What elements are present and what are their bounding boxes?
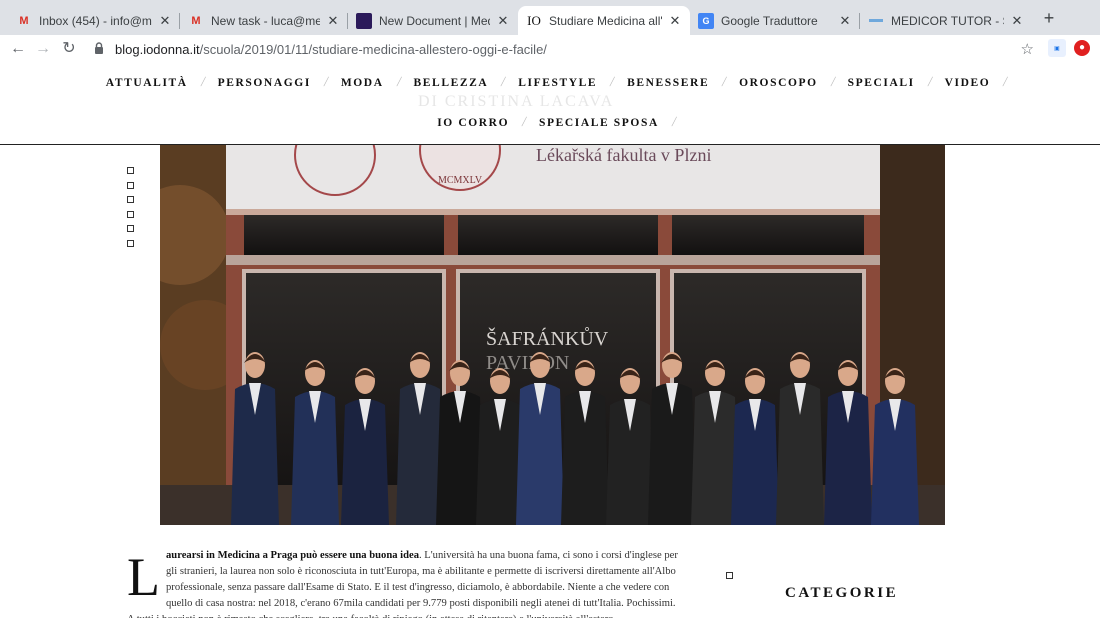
sign-text: Lékařská fakulta v Plzni — [536, 145, 711, 165]
medicor-extension-icon[interactable]: ▣ — [1048, 39, 1066, 57]
share-icon[interactable] — [127, 225, 134, 232]
main-nav: ATTUALITÀ / PERSONAGGI / MODA / BELLEZZA / LIFES… — [0, 75, 1100, 91]
close-icon[interactable]: ✕ — [1010, 13, 1024, 29]
nav-item-video[interactable]: VIDEO — [932, 77, 1004, 89]
nav-item-speciali[interactable]: SPECIALI — [835, 77, 928, 89]
checkbox-icon[interactable] — [726, 572, 733, 579]
medicor-icon — [868, 13, 884, 29]
nav-item-lifestyle[interactable]: LIFESTYLE — [505, 77, 610, 89]
address-bar[interactable]: blog.iodonna.it/scuola/2019/01/11/studia… — [88, 36, 1040, 62]
share-icon[interactable] — [127, 210, 134, 218]
drop-cap: L — [127, 547, 160, 607]
nav-item-attualit-[interactable]: ATTUALITÀ — [93, 77, 201, 89]
document-icon — [356, 12, 372, 29]
close-icon[interactable]: ✕ — [158, 13, 172, 29]
article-body: L aurearsi in Medicina a Praga può esser… — [127, 548, 683, 618]
share-icon[interactable] — [127, 167, 134, 174]
tab-new-task[interactable]: M New task - luca@medicor ✕ — [180, 6, 348, 35]
new-tab-icon[interactable]: + — [1040, 9, 1058, 27]
tab-title: New task - luca@medicor — [211, 13, 320, 28]
tab-title: MEDICOR TUTOR - Studi — [891, 13, 1004, 28]
url-host: blog.iodonna.it — [115, 41, 200, 57]
lock-icon — [94, 41, 108, 57]
io-donna-icon: IO — [527, 12, 541, 28]
share-icon[interactable] — [127, 181, 134, 189]
ghost-byline: DI CRISTINA LACAVA — [418, 93, 615, 110]
share-icon[interactable] — [127, 196, 134, 203]
nav-item-speciale-sposa[interactable]: SPECIALE SPOSA — [526, 117, 672, 129]
tab-inbox[interactable]: M Inbox (454) - info@medic ✕ — [8, 6, 180, 35]
tab-title: New Document | Medicor — [379, 13, 490, 28]
reload-icon[interactable]: ↻ — [59, 39, 79, 59]
share-icon[interactable] — [127, 239, 134, 247]
bookmark-star-icon[interactable]: ☆ — [1021, 40, 1034, 58]
google-translate-icon: G — [698, 12, 714, 29]
nav-item-io-corro[interactable]: IO CORRO — [424, 117, 522, 129]
close-icon[interactable]: ✕ — [838, 13, 852, 29]
gmail-icon: M — [19, 14, 29, 27]
close-icon[interactable]: ✕ — [496, 13, 510, 29]
nav-item-moda[interactable]: MODA — [328, 77, 397, 89]
article-lead: aurearsi in Medicina a Praga può essere … — [166, 550, 419, 561]
browser-toolbar: ← → ↻ blog.iodonna.it/scuola/2019/01/11/… — [0, 35, 1100, 63]
nav-separator: / — [1002, 75, 1009, 90]
tab-title: Inbox (454) - info@medic — [39, 13, 152, 28]
forward-arrow-icon[interactable]: → — [33, 39, 53, 59]
share-icons — [127, 167, 134, 254]
tab-new-document[interactable]: New Document | Medicor ✕ — [348, 6, 518, 35]
tab-title: Google Traduttore — [721, 13, 818, 28]
secondary-nav: IO CORRO / SPECIALE SPOSA / — [0, 115, 1100, 131]
url-path: /scuola/2019/01/11/studiare-medicina-all… — [199, 41, 547, 57]
close-icon[interactable]: ✕ — [326, 13, 340, 29]
close-icon[interactable]: ✕ — [668, 13, 682, 29]
browser-tab-strip: M Inbox (454) - info@medic ✕ M New task … — [0, 0, 1100, 35]
nav-item-bellezza[interactable]: BELLEZZA — [401, 77, 502, 89]
tab-title: Studiare Medicina all'ester — [549, 13, 662, 28]
tab-google-traduttore[interactable]: G Google Traduttore ✕ — [690, 6, 860, 35]
gmail-icon: M — [191, 14, 201, 27]
seal-text: MCMXLV — [438, 175, 483, 186]
site-header: DI CRISTINA LACAVA ATTUALITÀ / PERSONAGGI /… — [0, 63, 1100, 145]
nav-item-personaggi[interactable]: PERSONAGGI — [205, 77, 324, 89]
nav-item-benessere[interactable]: BENESSERE — [614, 77, 722, 89]
back-arrow-icon[interactable]: ← — [8, 39, 28, 59]
hero-photo: MCMXLV Lékařská fakulta v Plzni ŠAFRÁNKŮ… — [160, 145, 945, 525]
tab-medicor-tutor[interactable]: MEDICOR TUTOR - Studi ✕ — [860, 6, 1032, 35]
nav-item-oroscopo[interactable]: OROSCOPO — [726, 77, 831, 89]
categories-title: CATEGORIE — [785, 585, 899, 601]
tab-studiare-medicina[interactable]: IO Studiare Medicina all'ester ✕ — [518, 6, 690, 35]
extension-red-icon[interactable]: ● — [1074, 40, 1090, 56]
door-text-1: ŠAFRÁNKŮV — [486, 326, 609, 350]
